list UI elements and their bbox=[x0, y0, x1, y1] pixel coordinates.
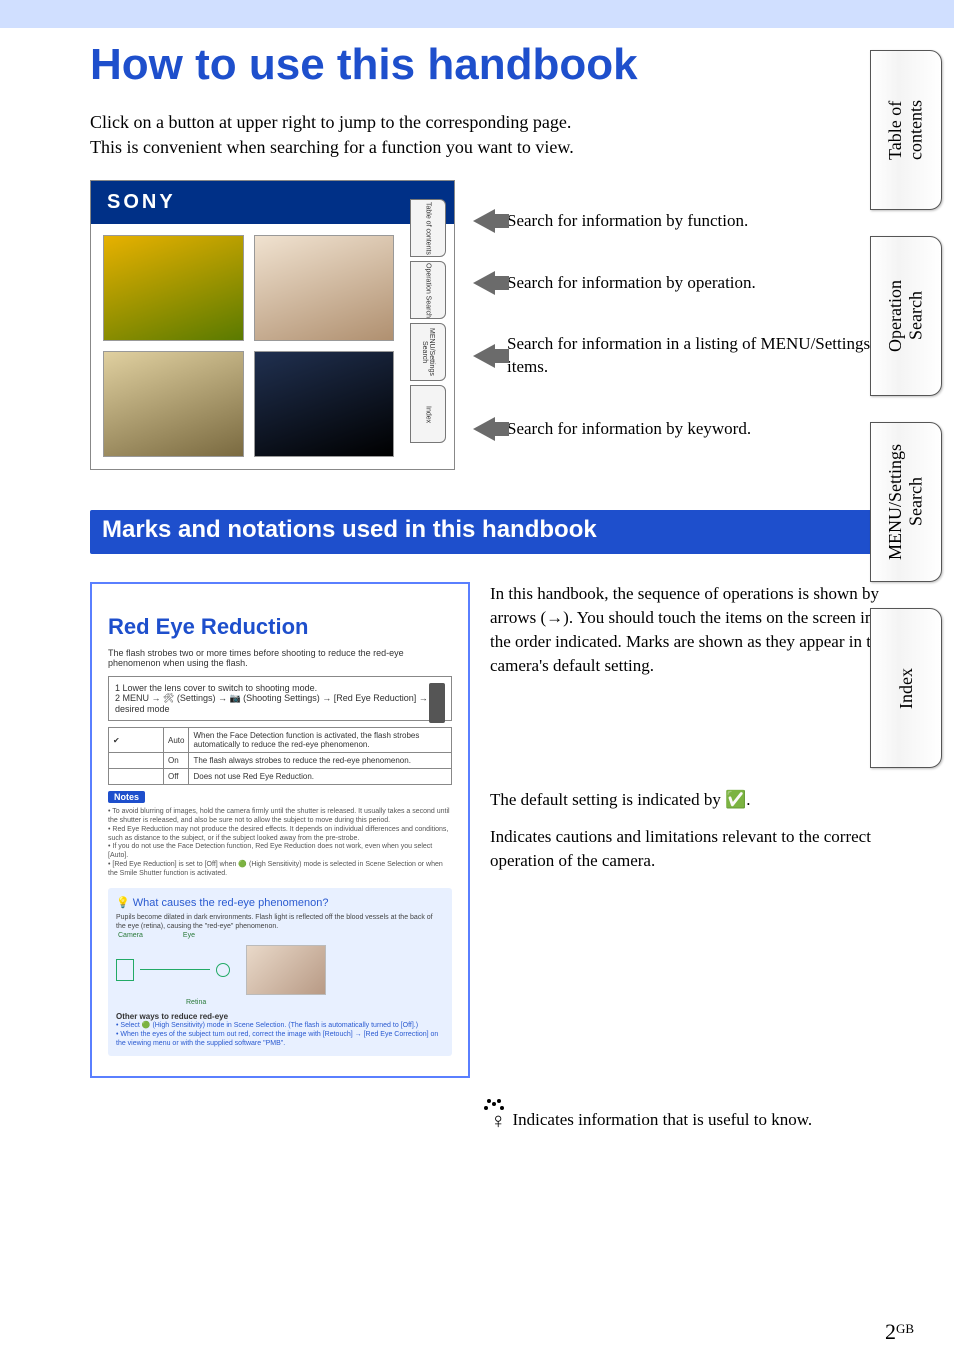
mini-tab: Index bbox=[410, 385, 446, 443]
intro-line1: Click on a button at upper right to jump… bbox=[90, 112, 571, 132]
intro-text: Click on a button at upper right to jump… bbox=[90, 110, 894, 160]
example-screenshot: SONY Table of contents Operation Search … bbox=[90, 180, 455, 470]
table-cell: The flash always strobes to reduce the r… bbox=[189, 753, 452, 769]
annot-sequence: In this handbook, the sequence of operat… bbox=[490, 582, 894, 677]
retina-label: Camera bbox=[118, 932, 143, 939]
section-heading: Marks and notations used in this handboo… bbox=[90, 510, 894, 554]
example-step-2: 2 MENU → 🛠 (Settings) → 📷 (Shooting Sett… bbox=[115, 693, 445, 714]
thumb-image bbox=[254, 351, 395, 457]
page-title: How to use this handbook bbox=[90, 40, 894, 90]
example-subtitle: The flash strobes two or more times befo… bbox=[108, 648, 452, 668]
checkmark-icon: ✅ bbox=[725, 790, 746, 809]
retina-label: Eye bbox=[183, 932, 195, 939]
thumb-image bbox=[103, 235, 244, 341]
annot-operation: Search for information by operation. bbox=[507, 272, 756, 295]
example-title: Red Eye Reduction bbox=[108, 614, 452, 640]
annot-cautions: Indicates cautions and limitations relev… bbox=[490, 825, 894, 873]
arrow-left-icon bbox=[473, 344, 495, 368]
mode-stack-icon bbox=[429, 683, 445, 723]
thumb-image bbox=[254, 235, 395, 341]
page-number: 2GB bbox=[885, 1319, 914, 1345]
table-cell: Auto bbox=[164, 728, 189, 753]
table-cell: Does not use Red Eye Reduction. bbox=[189, 769, 452, 785]
example-page-card: Red Eye Reduction The flash strobes two … bbox=[90, 582, 470, 1077]
table-cell: Off bbox=[164, 769, 189, 785]
side-tab-index[interactable]: Index bbox=[870, 608, 942, 768]
example-steps: 1 Lower the lens cover to switch to shoo… bbox=[108, 676, 452, 721]
side-tab-menu-settings-search[interactable]: MENU/Settings Search bbox=[870, 422, 942, 582]
tip-box: 💡 What causes the red-eye phenomenon? Pu… bbox=[108, 888, 452, 1055]
intro-line2: This is convenient when searching for a … bbox=[90, 137, 574, 157]
mini-tab: Table of contents bbox=[410, 199, 446, 257]
annot-function: Search for information by function. bbox=[507, 210, 748, 233]
notes-badge: Notes bbox=[108, 791, 145, 803]
example-step-1: 1 Lower the lens cover to switch to shoo… bbox=[115, 683, 445, 693]
arrow-left-icon bbox=[473, 209, 495, 233]
side-tab-operation-search[interactable]: Operation Search bbox=[870, 236, 942, 396]
mini-tab: Operation Search bbox=[410, 261, 446, 319]
annot-menu-settings: Search for information in a listing of M… bbox=[507, 333, 894, 379]
arrow-left-icon bbox=[473, 271, 495, 295]
table-cell: On bbox=[164, 753, 189, 769]
notes-bullets: • To avoid blurring of images, hold the … bbox=[108, 808, 452, 878]
brand-label: SONY bbox=[91, 181, 454, 224]
annot-default-setting: The default setting is indicated by ✅. bbox=[490, 788, 894, 812]
tip-title: What causes the red-eye phenomenon? bbox=[133, 897, 329, 909]
other-ways-title: Other ways to reduce red-eye bbox=[116, 1012, 444, 1021]
example-table: ✔AutoWhen the Face Detection function is… bbox=[108, 727, 452, 785]
arrow-left-icon bbox=[473, 417, 495, 441]
other-ways-body: • Select 🟢 (High Sensitivity) mode in Sc… bbox=[116, 1021, 444, 1048]
lightbulb-icon: ♀ bbox=[490, 1108, 507, 1134]
retina-diagram bbox=[116, 945, 444, 995]
thumb-image bbox=[103, 351, 244, 457]
table-cell: When the Face Detection function is acti… bbox=[189, 728, 452, 753]
side-tab-contents[interactable]: Table of contents bbox=[870, 50, 942, 210]
annot-tip: Indicates information that is useful to … bbox=[513, 1108, 813, 1132]
mini-tab: MENU/Settings Search bbox=[410, 323, 446, 381]
retina-label: Retina bbox=[186, 999, 206, 1006]
annot-keyword: Search for information by keyword. bbox=[507, 418, 751, 441]
tip-body: Pupils become dilated in dark environmen… bbox=[116, 913, 444, 931]
